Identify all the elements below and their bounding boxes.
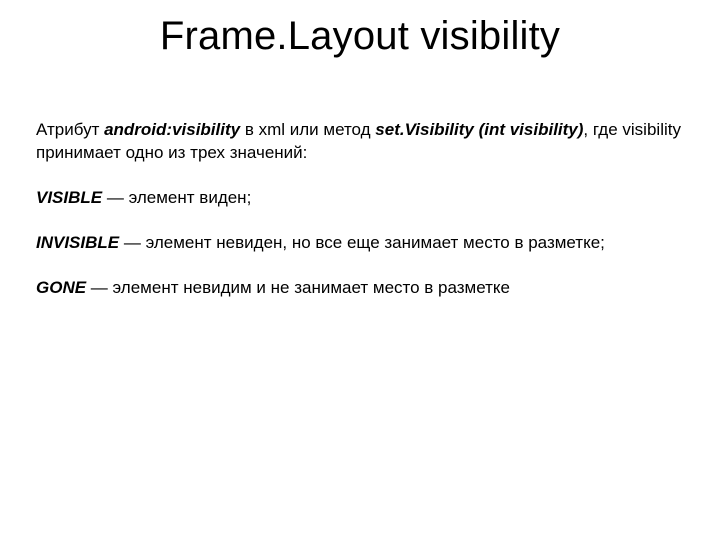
value-gone: GONE — элемент невидим и не занимает мес… xyxy=(36,277,684,300)
intro-paragraph: Атрибут android:visibility в xml или мет… xyxy=(36,119,684,165)
value-name: GONE xyxy=(36,278,86,297)
value-desc: — элемент виден; xyxy=(102,188,251,207)
intro-pre: Атрибут xyxy=(36,120,104,139)
slide-title: Frame.Layout visibility xyxy=(36,14,684,59)
slide: Frame.Layout visibility Атрибут android:… xyxy=(0,0,720,540)
value-desc: — элемент невиден, но все еще занимает м… xyxy=(119,233,605,252)
intro-attr: android:visibility xyxy=(104,120,240,139)
value-desc: — элемент невидим и не занимает место в … xyxy=(86,278,510,297)
intro-mid: в xml или метод xyxy=(240,120,375,139)
slide-body: Атрибут android:visibility в xml или мет… xyxy=(36,119,684,300)
value-name: INVISIBLE xyxy=(36,233,119,252)
intro-method: set.Visibility (int visibility) xyxy=(375,120,583,139)
value-invisible: INVISIBLE — элемент невиден, но все еще … xyxy=(36,232,684,255)
value-visible: VISIBLE — элемент виден; xyxy=(36,187,684,210)
value-name: VISIBLE xyxy=(36,188,102,207)
